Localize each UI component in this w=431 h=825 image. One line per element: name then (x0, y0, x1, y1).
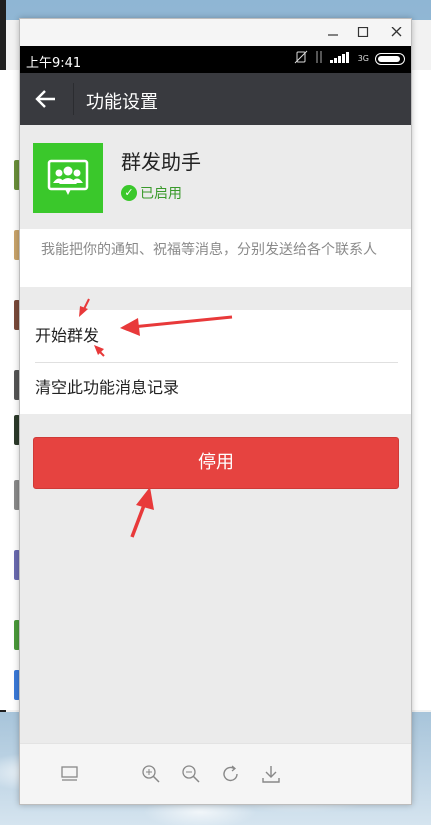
annotation-arrows (79, 298, 233, 538)
